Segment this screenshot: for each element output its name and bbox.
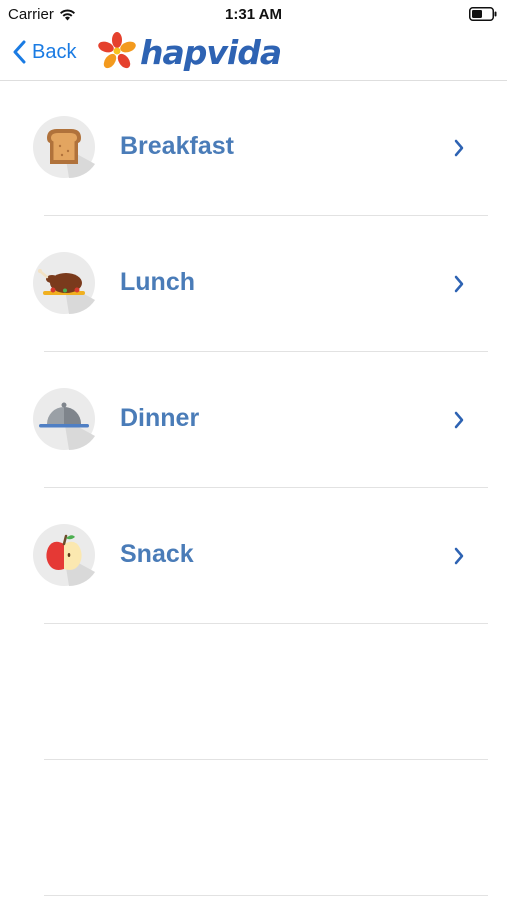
brand-wordmark: hapvida — [140, 32, 282, 72]
chevron-right-icon — [454, 139, 464, 157]
list-item-label: Lunch — [120, 268, 195, 296]
list-item-label: Snack — [120, 540, 194, 568]
list-item-lunch[interactable]: Lunch — [0, 216, 507, 352]
roast-chicken-icon — [33, 252, 95, 314]
navigation-bar: Back hapvida — [0, 28, 507, 81]
list-item-label: Dinner — [120, 404, 200, 432]
flower-logo-icon — [98, 32, 136, 69]
empty-list-row — [0, 624, 507, 760]
back-label: Back — [32, 40, 77, 63]
toast-icon — [33, 116, 95, 178]
cloche-icon — [33, 388, 95, 450]
status-time: 1:31 AM — [225, 6, 282, 23]
chevron-right-icon — [454, 411, 464, 429]
brand-logo: hapvida — [96, 30, 282, 74]
chevron-right-icon — [454, 275, 464, 293]
chevron-right-icon — [454, 547, 464, 565]
chevron-left-icon — [13, 40, 26, 64]
battery-icon — [469, 7, 497, 21]
empty-list-row — [0, 760, 507, 896]
list-item-label: Breakfast — [120, 132, 234, 160]
list-item-snack[interactable]: Snack — [0, 488, 507, 624]
list-item-breakfast[interactable]: Breakfast — [0, 80, 507, 216]
list-item-dinner[interactable]: Dinner — [0, 352, 507, 488]
meal-list: Breakfast Lunch Dinner Snack — [0, 80, 507, 896]
status-bar: Carrier 1:31 AM — [0, 0, 507, 28]
apple-icon — [33, 524, 95, 586]
back-button[interactable]: Back — [12, 36, 76, 68]
